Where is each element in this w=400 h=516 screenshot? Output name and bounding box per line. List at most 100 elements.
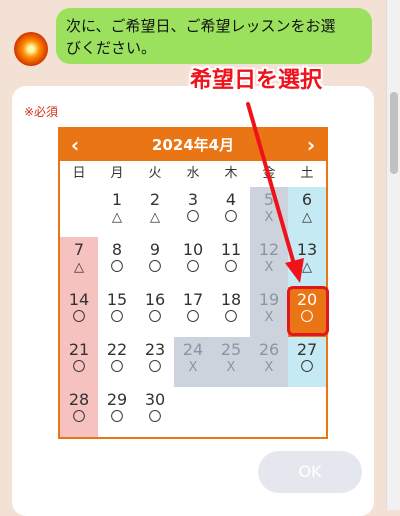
calendar-empty-cell [174,387,212,437]
calendar-day-23[interactable]: 23 〇 [136,337,174,387]
calendar-month-title: 2024年4月 [151,136,235,154]
day-number: 3 [187,190,199,209]
availability-mark: △ [74,260,84,275]
calendar-header: ‹ 2024年4月 › [60,129,326,161]
chat-message-line-2: びください。 [66,39,157,57]
availability-mark: 〇 [148,310,162,325]
prev-month-icon[interactable]: ‹ [60,129,90,161]
calendar-day-5: 5X [250,187,288,237]
calendar-empty-cell [288,387,326,437]
day-number: 27 [296,340,318,359]
calendar-day-15[interactable]: 15 〇 [98,287,136,337]
day-number: 6 [301,190,313,209]
weekday-label: 水 [186,166,200,181]
availability-mark: 〇 [110,410,124,425]
day-number: 29 [106,390,128,409]
weekday-label: 火 [148,166,162,181]
availability-mark: 〇 [110,260,124,275]
calendar-day-4[interactable]: 4〇 [212,187,250,237]
availability-mark: X [264,360,274,375]
calendar-day-22[interactable]: 22 〇 [98,337,136,387]
availability-mark: 〇 [300,360,314,375]
calendar-day-3[interactable]: 3〇 [174,187,212,237]
calendar-day-8[interactable]: 8〇 [98,237,136,287]
availability-mark: 〇 [148,360,162,375]
availability-mark: 〇 [224,260,238,275]
calendar-day-26: 26 X [250,337,288,387]
availability-mark: 〇 [186,210,200,225]
availability-mark: X [226,360,236,375]
day-number: 19 [258,290,280,309]
weekday-label: 土 [300,166,314,181]
day-number: 25 [220,340,242,359]
calendar-day-13[interactable]: 13 △ [288,237,326,287]
weekday-label: 金 [262,166,276,181]
calendar-day-29[interactable]: 29 〇 [98,387,136,437]
calendar-day-10[interactable]: 10 〇 [174,237,212,287]
day-number: 4 [225,190,237,209]
availability-mark: △ [302,210,312,225]
weekday-header-row: 日月火水木金土 [60,161,326,187]
calendar-day-7[interactable]: 7 △ [60,237,98,287]
bot-avatar [14,32,48,66]
availability-mark: 〇 [72,310,86,325]
page-scrollbar[interactable] [386,0,400,510]
availability-mark: X [264,260,274,275]
calendar-day-28[interactable]: 28 〇 [60,387,98,437]
calendar-day-27[interactable]: 27 〇 [288,337,326,387]
availability-mark: △ [112,210,122,225]
calendar: ‹ 2024年4月 › 日月火水木金土 1 △ 2 △ 3 〇 4 〇 5 X 6 △ 7 △ 8 〇 9 〇 10… [58,127,328,439]
calendar-empty-cell [212,387,250,437]
day-number: 7 [73,240,85,259]
calendar-day-1[interactable]: 1 △ [98,187,136,237]
calendar-day-14[interactable]: 14 〇 [60,287,98,337]
calendar-day-12: 12 X [250,237,288,287]
day-number: 5 [263,190,275,209]
next-month-icon[interactable]: › [296,129,326,161]
availability-mark: 〇 [224,310,238,325]
availability-mark: △ [302,260,312,275]
day-number: 24 [182,340,204,359]
availability-mark: 〇 [224,210,238,225]
availability-mark: 〇 [72,360,86,375]
calendar-day-9[interactable]: 9〇 [136,237,174,287]
calendar-day-18[interactable]: 18 〇 [212,287,250,337]
required-label: ※必須 [24,105,59,119]
calendar-day-24: 24 X [174,337,212,387]
day-number: 30 [144,390,166,409]
calendar-day-25: 25 X [212,337,250,387]
calendar-day-19: 19 X [250,287,288,337]
day-number: 16 [144,290,166,309]
annotation-label: 希望日を選択 [190,68,323,93]
ok-button[interactable]: OK [258,451,362,493]
day-number: 21 [68,340,90,359]
day-number: 23 [144,340,166,359]
availability-mark: 〇 [148,260,162,275]
weekday-label: 月 [110,166,124,181]
weekday-label: 木 [224,166,238,181]
calendar-empty-cell [250,387,288,437]
availability-mark: 〇 [110,360,124,375]
day-number: 11 [220,240,242,259]
calendar-day-2[interactable]: 2 △ [136,187,174,237]
day-number: 1 [111,190,123,209]
calendar-day-30[interactable]: 30 〇 [136,387,174,437]
weekday-label: 日 [72,166,86,181]
day-number: 10 [182,240,204,259]
availability-mark: △ [150,210,160,225]
calendar-day-11[interactable]: 11 〇 [212,237,250,287]
calendar-day-21[interactable]: 21 〇 [60,337,98,387]
calendar-day-6[interactable]: 6 △ [288,187,326,237]
availability-mark: 〇 [148,410,162,425]
availability-mark: 〇 [186,260,200,275]
day-number: 12 [258,240,280,259]
availability-mark: 〇 [110,310,124,325]
day-number: 14 [68,290,90,309]
chat-message-bubble: 次に、ご希望日、ご希望レッスンをお選 びください。 [56,8,372,64]
calendar-day-17[interactable]: 17 〇 [174,287,212,337]
calendar-empty-cell [60,187,98,237]
day-number: 2 [149,190,161,209]
scrollbar-thumb[interactable] [390,92,398,174]
calendar-day-16[interactable]: 16 〇 [136,287,174,337]
availability-mark: X [264,210,274,225]
